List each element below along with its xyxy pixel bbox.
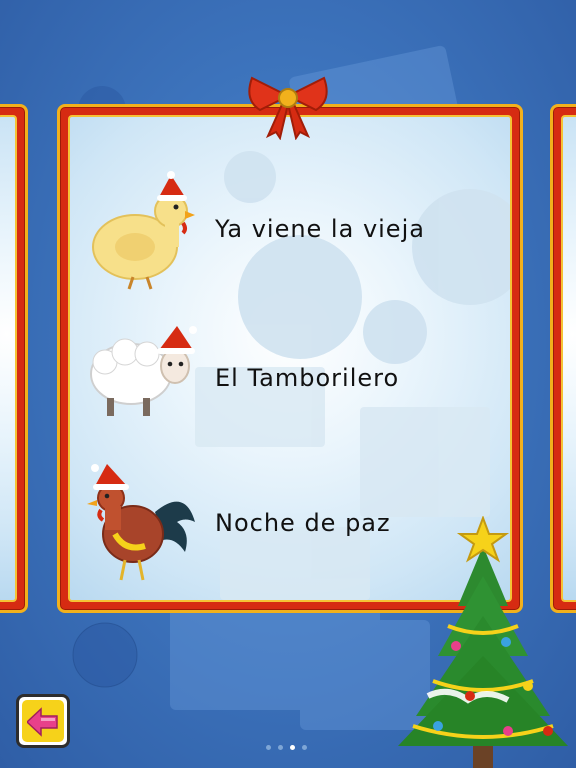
page-dot[interactable] <box>302 745 307 750</box>
song-item-ya-viene-la-vieja[interactable]: Ya viene la vieja <box>70 157 510 290</box>
song-title: Noche de paz <box>215 509 391 537</box>
song-title: El Tamborilero <box>215 364 400 392</box>
back-button-face <box>22 700 64 742</box>
page-indicator <box>266 743 312 753</box>
hen-icon <box>92 171 195 290</box>
song-title: Ya viene la vieja <box>215 215 425 243</box>
page-dot-active[interactable] <box>290 745 295 750</box>
left-arrow-icon <box>27 707 58 737</box>
ribbon-bow-icon <box>248 76 328 140</box>
rooster-icon <box>87 464 195 581</box>
sheep-icon <box>90 326 197 416</box>
back-button[interactable] <box>16 694 70 748</box>
song-item-el-tamborilero[interactable]: El Tamborilero <box>70 312 510 442</box>
previous-card-panel <box>0 115 17 602</box>
christmas-tree-icon <box>398 516 568 768</box>
page-dot[interactable] <box>278 745 283 750</box>
page-dot[interactable] <box>266 745 271 750</box>
previous-card[interactable] <box>0 104 28 613</box>
